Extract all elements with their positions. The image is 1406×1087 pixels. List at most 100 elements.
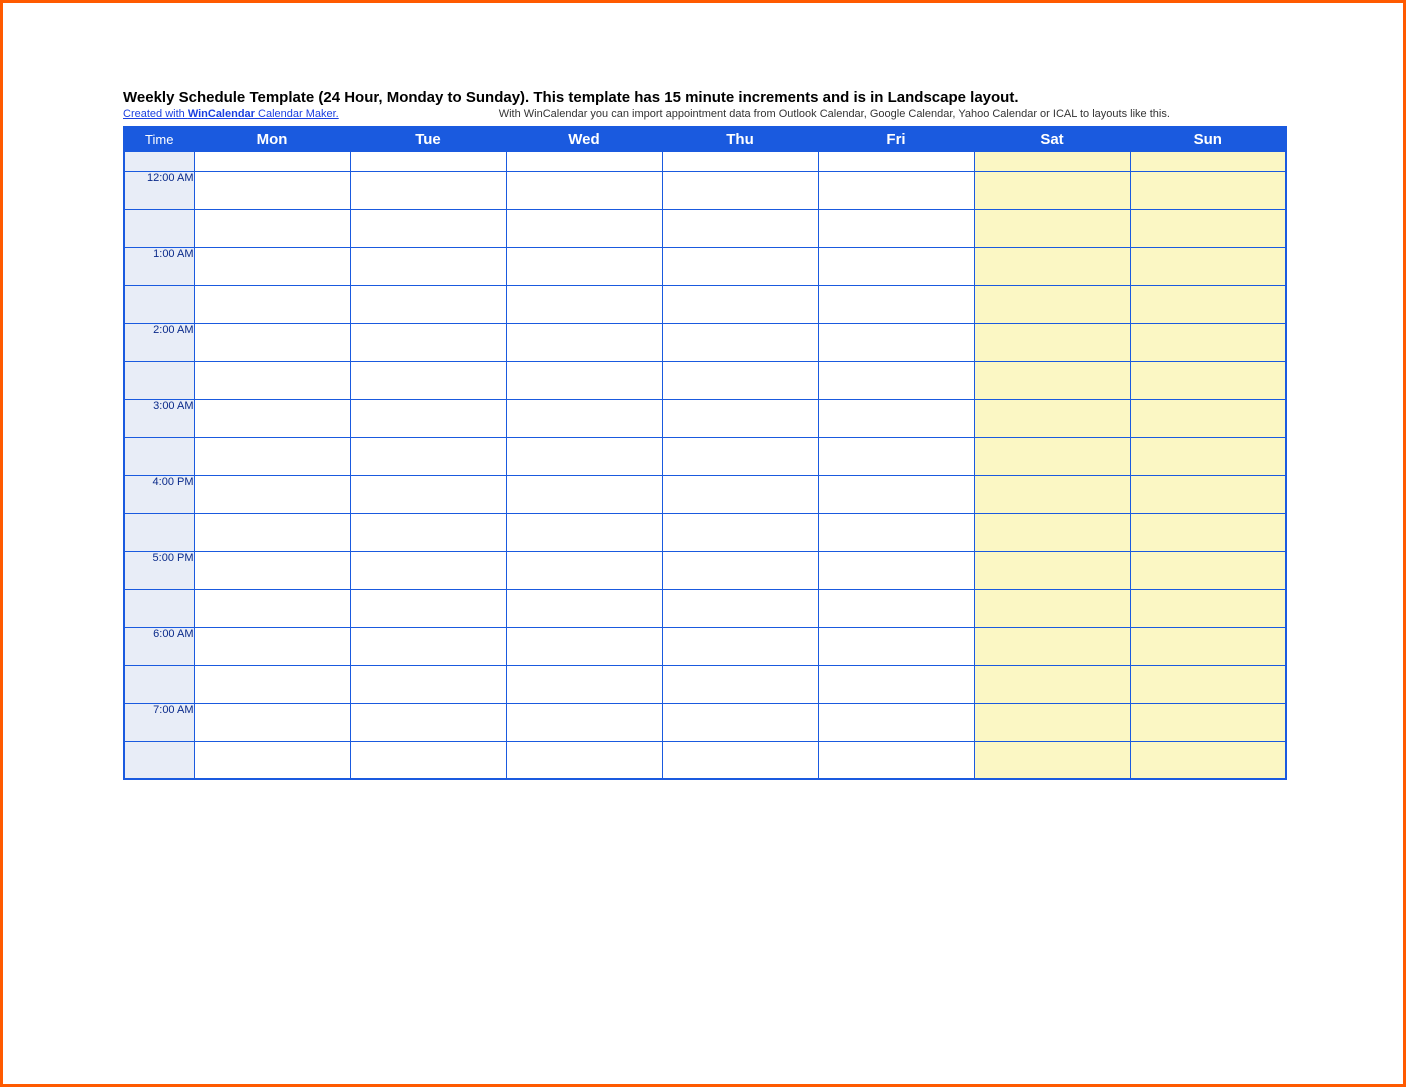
schedule-cell[interactable] [818, 551, 974, 589]
schedule-cell[interactable] [1130, 627, 1286, 665]
schedule-cell[interactable] [1130, 171, 1286, 209]
schedule-cell[interactable] [974, 323, 1130, 361]
schedule-cell[interactable] [662, 665, 818, 703]
schedule-cell[interactable] [506, 151, 662, 171]
schedule-cell[interactable] [1130, 209, 1286, 247]
schedule-cell[interactable] [1130, 247, 1286, 285]
schedule-cell[interactable] [194, 247, 350, 285]
schedule-cell[interactable] [974, 551, 1130, 589]
schedule-cell[interactable] [818, 171, 974, 209]
schedule-cell[interactable] [662, 703, 818, 741]
schedule-cell[interactable] [974, 361, 1130, 399]
schedule-cell[interactable] [662, 475, 818, 513]
schedule-cell[interactable] [974, 703, 1130, 741]
schedule-cell[interactable] [1130, 285, 1286, 323]
schedule-cell[interactable] [974, 247, 1130, 285]
schedule-cell[interactable] [662, 437, 818, 475]
schedule-cell[interactable] [194, 513, 350, 551]
schedule-cell[interactable] [194, 703, 350, 741]
schedule-cell[interactable] [506, 247, 662, 285]
schedule-cell[interactable] [974, 285, 1130, 323]
schedule-cell[interactable] [194, 741, 350, 779]
credit-link[interactable]: Created with WinCalendar Calendar Maker. [123, 108, 339, 120]
schedule-cell[interactable] [350, 361, 506, 399]
schedule-cell[interactable] [194, 665, 350, 703]
schedule-cell[interactable] [506, 323, 662, 361]
schedule-cell[interactable] [662, 285, 818, 323]
schedule-cell[interactable] [506, 209, 662, 247]
schedule-cell[interactable] [662, 627, 818, 665]
schedule-cell[interactable] [974, 627, 1130, 665]
schedule-cell[interactable] [350, 475, 506, 513]
schedule-cell[interactable] [1130, 475, 1286, 513]
schedule-cell[interactable] [818, 513, 974, 551]
schedule-cell[interactable] [350, 151, 506, 171]
schedule-cell[interactable] [818, 209, 974, 247]
schedule-cell[interactable] [1130, 703, 1286, 741]
schedule-cell[interactable] [974, 151, 1130, 171]
schedule-cell[interactable] [194, 475, 350, 513]
schedule-cell[interactable] [506, 703, 662, 741]
schedule-cell[interactable] [662, 247, 818, 285]
schedule-cell[interactable] [506, 437, 662, 475]
schedule-cell[interactable] [506, 361, 662, 399]
schedule-cell[interactable] [818, 665, 974, 703]
schedule-cell[interactable] [974, 399, 1130, 437]
schedule-cell[interactable] [506, 589, 662, 627]
schedule-cell[interactable] [194, 437, 350, 475]
schedule-cell[interactable] [818, 589, 974, 627]
schedule-cell[interactable] [662, 209, 818, 247]
schedule-cell[interactable] [662, 323, 818, 361]
schedule-cell[interactable] [350, 399, 506, 437]
schedule-cell[interactable] [506, 399, 662, 437]
schedule-cell[interactable] [350, 437, 506, 475]
schedule-cell[interactable] [350, 741, 506, 779]
schedule-cell[interactable] [506, 551, 662, 589]
schedule-cell[interactable] [662, 551, 818, 589]
schedule-cell[interactable] [194, 627, 350, 665]
schedule-cell[interactable] [194, 285, 350, 323]
schedule-cell[interactable] [506, 627, 662, 665]
schedule-cell[interactable] [662, 399, 818, 437]
schedule-cell[interactable] [1130, 361, 1286, 399]
schedule-cell[interactable] [1130, 151, 1286, 171]
schedule-cell[interactable] [194, 323, 350, 361]
schedule-cell[interactable] [974, 209, 1130, 247]
schedule-cell[interactable] [662, 741, 818, 779]
schedule-cell[interactable] [818, 741, 974, 779]
schedule-cell[interactable] [506, 285, 662, 323]
schedule-cell[interactable] [818, 399, 974, 437]
schedule-cell[interactable] [818, 323, 974, 361]
schedule-cell[interactable] [350, 665, 506, 703]
schedule-cell[interactable] [974, 741, 1130, 779]
schedule-cell[interactable] [1130, 551, 1286, 589]
schedule-cell[interactable] [194, 171, 350, 209]
schedule-cell[interactable] [1130, 399, 1286, 437]
schedule-cell[interactable] [350, 171, 506, 209]
schedule-cell[interactable] [350, 285, 506, 323]
schedule-cell[interactable] [194, 151, 350, 171]
schedule-cell[interactable] [662, 171, 818, 209]
schedule-cell[interactable] [350, 247, 506, 285]
schedule-cell[interactable] [350, 513, 506, 551]
schedule-cell[interactable] [350, 323, 506, 361]
schedule-cell[interactable] [194, 551, 350, 589]
schedule-cell[interactable] [818, 703, 974, 741]
schedule-cell[interactable] [662, 361, 818, 399]
schedule-cell[interactable] [818, 247, 974, 285]
schedule-cell[interactable] [974, 437, 1130, 475]
schedule-cell[interactable] [662, 513, 818, 551]
schedule-cell[interactable] [974, 589, 1130, 627]
schedule-cell[interactable] [350, 703, 506, 741]
schedule-cell[interactable] [194, 361, 350, 399]
schedule-cell[interactable] [506, 665, 662, 703]
schedule-cell[interactable] [974, 475, 1130, 513]
schedule-cell[interactable] [662, 589, 818, 627]
schedule-cell[interactable] [194, 399, 350, 437]
schedule-cell[interactable] [194, 589, 350, 627]
schedule-cell[interactable] [974, 513, 1130, 551]
schedule-cell[interactable] [350, 551, 506, 589]
schedule-cell[interactable] [974, 665, 1130, 703]
schedule-cell[interactable] [194, 209, 350, 247]
schedule-cell[interactable] [818, 361, 974, 399]
